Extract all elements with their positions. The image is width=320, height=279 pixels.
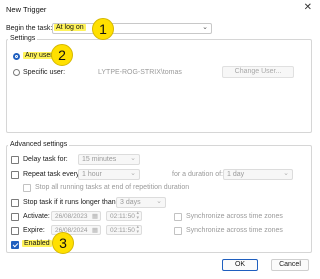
- title-bar[interactable]: New Trigger ✕: [0, 0, 320, 17]
- delay-select[interactable]: 15 minutes ⌄: [78, 154, 140, 165]
- stop-longer-select[interactable]: 3 days ⌄: [116, 197, 166, 208]
- window-title: New Trigger: [6, 5, 47, 14]
- ok-button[interactable]: OK: [222, 259, 258, 271]
- any-user-radio[interactable]: [13, 53, 20, 60]
- activate-time: 02:11:50: [110, 213, 135, 220]
- begin-task-label: Begin the task:: [6, 25, 53, 32]
- activate-label: Activate:: [23, 213, 50, 220]
- repeat-value: 1 hour: [82, 171, 102, 178]
- stop-longer-checkbox[interactable]: [11, 199, 19, 207]
- expire-time: 02:11:50: [110, 227, 135, 234]
- specific-user-radio[interactable]: [13, 69, 20, 76]
- duration-value: 1 day: [227, 171, 245, 178]
- annotation-badge-2: 2: [51, 44, 73, 66]
- stop-longer-value: 3 days: [120, 199, 141, 206]
- chevron-down-icon: ⌄: [130, 155, 136, 162]
- sync-expire-label: Synchronize across time zones: [186, 227, 283, 234]
- stop-longer-label: Stop task if it runs longer than:: [23, 199, 118, 206]
- expire-label: Expire:: [23, 227, 45, 234]
- change-user-button[interactable]: Change User...: [222, 66, 294, 78]
- settings-legend: Settings: [8, 35, 38, 42]
- repeat-task-label: Repeat task every:: [23, 171, 82, 178]
- chevron-down-icon: ⌄: [202, 24, 208, 31]
- chevron-down-icon: ⌄: [130, 170, 136, 177]
- duration-label: for a duration of:: [172, 171, 223, 178]
- calendar-icon[interactable]: ▦: [92, 226, 98, 234]
- annotation-badge-3: 3: [52, 232, 74, 254]
- chevron-down-icon: ⌄: [283, 170, 289, 177]
- spinner-icon[interactable]: ▴ ▾: [136, 211, 139, 221]
- cancel-button[interactable]: Cancel: [271, 259, 309, 271]
- activate-time-field[interactable]: 02:11:50 ▴ ▾: [106, 211, 142, 221]
- delay-value: 15 minutes: [82, 156, 117, 163]
- activate-date: 26/08/2023: [55, 213, 88, 220]
- repeat-select[interactable]: 1 hour ⌄: [78, 169, 140, 180]
- chevron-down-icon: ⌄: [156, 198, 162, 205]
- any-user-label[interactable]: Any user: [23, 52, 55, 59]
- activate-checkbox[interactable]: [11, 213, 19, 221]
- begin-task-value: At log on: [54, 24, 86, 31]
- repeat-task-checkbox[interactable]: [11, 171, 19, 179]
- annotation-badge-1: 1: [92, 18, 114, 40]
- delay-task-label: Delay task for:: [23, 156, 68, 163]
- sync-activate-label: Synchronize across time zones: [186, 213, 283, 220]
- enabled-label[interactable]: Enabled: [22, 240, 52, 247]
- begin-task-select[interactable]: At log on ⌄: [52, 23, 212, 34]
- activate-date-field[interactable]: 26/08/2023 ▦: [51, 211, 101, 221]
- stop-all-label: Stop all running tasks at end of repetit…: [35, 184, 190, 191]
- close-icon[interactable]: ✕: [304, 3, 312, 13]
- sync-expire-checkbox[interactable]: [174, 227, 182, 235]
- stop-all-checkbox[interactable]: [23, 184, 31, 192]
- expire-time-field[interactable]: 02:11:50 ▴ ▾: [106, 225, 142, 235]
- specific-user-value: LYTPE-ROG-STRIX\tomas: [98, 69, 182, 76]
- sync-activate-checkbox[interactable]: [174, 213, 182, 221]
- expire-checkbox[interactable]: [11, 227, 19, 235]
- spinner-icon[interactable]: ▴ ▾: [136, 225, 139, 235]
- duration-select[interactable]: 1 day ⌄: [223, 169, 293, 180]
- enabled-checkbox[interactable]: [11, 241, 19, 249]
- specific-user-label[interactable]: Specific user:: [23, 69, 65, 76]
- advanced-settings-legend: Advanced settings: [8, 141, 70, 148]
- calendar-icon[interactable]: ▦: [92, 212, 98, 220]
- delay-task-checkbox[interactable]: [11, 156, 19, 164]
- new-trigger-dialog: New Trigger ✕ Begin the task: At log on …: [0, 0, 320, 279]
